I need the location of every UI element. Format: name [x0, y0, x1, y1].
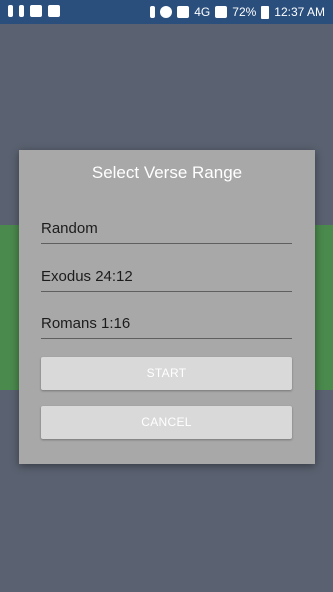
- battery-icon: [261, 5, 270, 19]
- network-label: 4G: [194, 5, 211, 19]
- phone-icon: [30, 5, 42, 17]
- dialog-title: Select Verse Range: [91, 163, 243, 182]
- notification-icon: [8, 5, 13, 17]
- bluetooth-icon: [150, 6, 156, 18]
- start-button[interactable]: START: [41, 357, 292, 390]
- status-right-icons: 4G 72% 12:37 AM: [150, 5, 325, 19]
- verse-range-dialog: Select Verse Range Random Exodus 24:12 R…: [19, 150, 315, 464]
- status-left-icons: [8, 5, 60, 17]
- signal-icon: [215, 6, 228, 18]
- alert-icon: [19, 5, 24, 17]
- end-verse-field[interactable]: Romans 1:16: [41, 312, 292, 339]
- status-bar: 4G 72% 12:37 AM: [0, 0, 333, 24]
- clock-time: 12:37 AM: [274, 5, 325, 19]
- wifi-icon: [177, 6, 190, 18]
- cancel-button[interactable]: CANCEL: [41, 406, 292, 439]
- battery-percent: 72%: [232, 5, 257, 19]
- start-verse-field[interactable]: Exodus 24:12: [41, 265, 292, 292]
- alarm-icon: [160, 6, 173, 18]
- youtube-icon: [48, 5, 60, 17]
- mode-field[interactable]: Random: [41, 217, 292, 244]
